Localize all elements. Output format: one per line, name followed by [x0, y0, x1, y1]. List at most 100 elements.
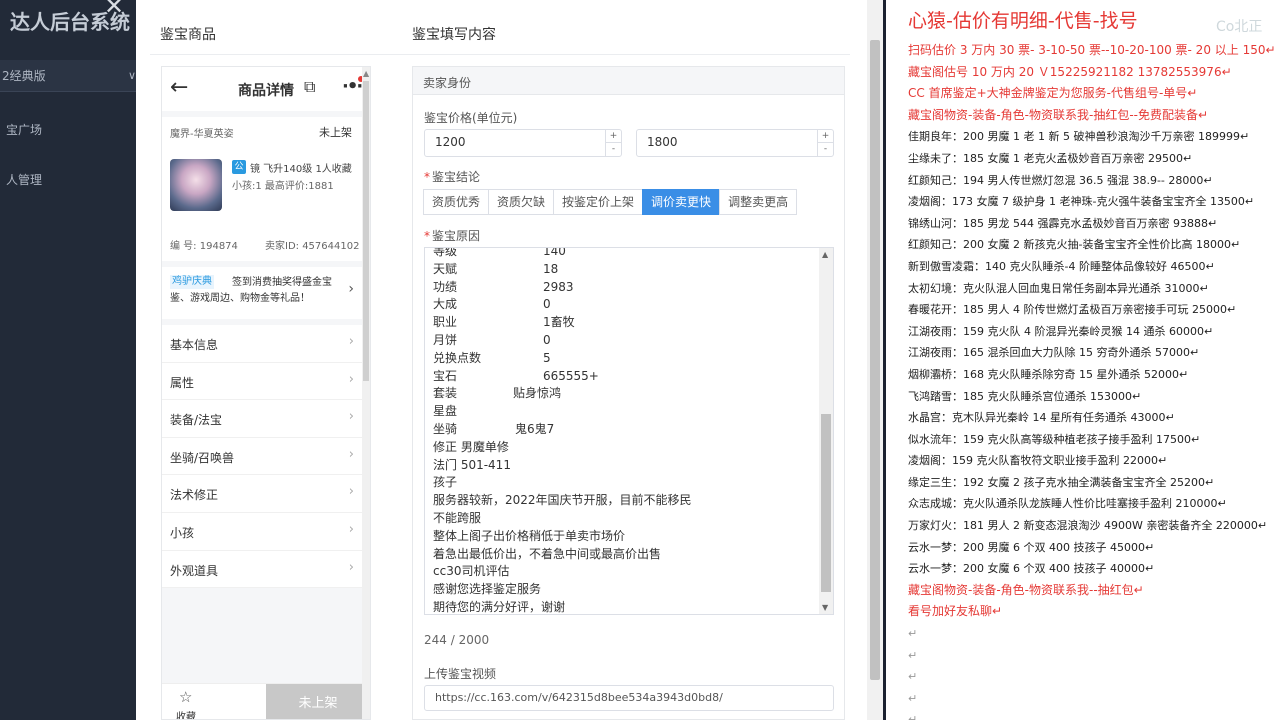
menu-row-label: 法术修正 — [170, 488, 219, 503]
price-min-stepper[interactable]: + - — [424, 129, 622, 157]
reason-line: 兑换点数 5 — [433, 350, 818, 368]
reason-line: 月饼 0 — [433, 332, 818, 350]
reason-line-key: 星盘 — [433, 404, 458, 419]
reason-line: 星盘 — [433, 403, 818, 421]
modal-scrollbar[interactable] — [867, 0, 883, 720]
admin-background: 达人后台系统 ✕ 2经典版 ∨ 宝广场 人管理 — [0, 0, 140, 720]
chevron-right-icon: › — [348, 334, 354, 349]
scroll-down-icon[interactable]: ▼ — [822, 603, 828, 612]
menu-row[interactable]: 基本信息 › — [162, 325, 362, 363]
phone-scrollbar-thumb[interactable] — [363, 81, 369, 381]
phone-title: 商品详情 — [238, 83, 294, 99]
reason-line-value: 18 — [543, 261, 559, 276]
notes-line: 万家灯火：181 男人 2 新变态混浪淘沙 4900W 亲密装备齐全 22000… — [908, 519, 1268, 533]
decrement-icon[interactable]: - — [605, 143, 621, 156]
notes-line: 红颜知己：194 男人传世燃灯忽混 36.5 强混 38.9-- 28000↵ — [908, 173, 1213, 187]
video-url-input[interactable] — [435, 691, 825, 704]
close-icon[interactable]: ✕ — [104, 0, 124, 20]
increment-icon[interactable]: + — [817, 130, 833, 143]
reason-line: 服务器较新，2022年国庆节开服，目前不能移民 — [433, 492, 818, 510]
price-max-stepper[interactable]: + - — [636, 129, 834, 157]
chevron-right-icon: › — [348, 521, 354, 537]
promo-text: 签到消费抽奖得盛金宝鉴、游戏周边、购物金等礼品！ — [170, 277, 332, 304]
conclusion-option[interactable]: 按鉴定价上架 — [553, 189, 644, 215]
reason-line-key: 套装 — [433, 386, 458, 401]
modal-scrollbar-thumb[interactable] — [870, 40, 880, 680]
reason-line-key: 月饼 — [433, 332, 458, 347]
server-name: 魔界-华夏英姿 — [170, 129, 234, 140]
reason-line-value: 2983 — [543, 279, 574, 294]
reason-line-key: 天赋 — [433, 261, 458, 276]
notes-line: CC 首席鉴定+大神金牌鉴定为您服务-代售组号-单号↵ — [908, 86, 1198, 101]
menu-row-label: 小孩 — [170, 525, 195, 540]
menu-row[interactable]: 装备/法宝 › — [162, 400, 362, 438]
role-card: 魔界-华夏英姿 未上架 公 镜 飞升140级 1人收藏 小孩:1 最高评价:18… — [162, 117, 362, 261]
reason-line: 套装 贴身惊鸿 — [433, 385, 818, 403]
share-icon[interactable]: ⧉ — [304, 77, 315, 97]
reason-line: 法门 501-411 — [433, 457, 818, 475]
unlisted-button[interactable]: 未上架 — [266, 684, 370, 719]
avatar — [170, 159, 222, 211]
notes-line: 似水流年：159 克火队高等级种植老孩子接手盈利 17500↵ — [908, 432, 1201, 446]
notes-line: 江湖夜雨：159 克火队 4 阶混异光秦岭灵猴 14 通杀 60000↵ — [908, 324, 1214, 338]
admin-menu-item-plaza[interactable]: 宝广场 — [6, 121, 42, 138]
phone-preview: ← 商品详情 ⧉ ·•· 魔界-华夏英姿 未上架 公 镜 飞升140级 1人收藏… — [161, 66, 371, 720]
notes-lines: 扫码估价 3 万内 30 票- 3-10-50 票--10-20-100 票- … — [908, 40, 1280, 720]
version-switch[interactable]: 2经典版 ∨ — [0, 60, 140, 92]
chevron-right-icon: › — [348, 446, 354, 462]
scroll-up-icon[interactable]: ▲ — [363, 69, 369, 78]
notes-line: ↵ — [908, 670, 918, 684]
favorite-label[interactable]: 收藏 — [176, 708, 196, 719]
price-max-input[interactable] — [647, 135, 797, 149]
reason-line: 期待您的满分好评，谢谢 — [433, 599, 818, 614]
reason-text: 等级 140 天赋 18 功绩 2983 大成 0 职业 1畜牧 月饼 0 兑换点数 5 宝石 665555+… — [433, 248, 818, 614]
menu-row[interactable]: 法术修正 › — [162, 475, 362, 513]
panel-title: 卖家身份 — [423, 76, 472, 90]
reason-line-key: 功绩 — [433, 279, 458, 294]
reason-scrollbar[interactable]: ▲ ▼ — [819, 248, 833, 614]
notes-line: 江湖夜雨：165 混杀回血大力队除 15 穷奇外通杀 57000↵ — [908, 346, 1200, 360]
star-icon[interactable]: ☆ — [179, 688, 192, 706]
conclusion-option[interactable]: 调价卖更快 — [642, 189, 721, 215]
reason-line-value: 0 — [543, 332, 551, 347]
item-number: 编 号: 194874 — [170, 241, 238, 252]
reason-line-key: 着急出最低价出，不着急中间或最高价出售 — [433, 546, 662, 561]
reason-scrollbar-thumb[interactable] — [821, 414, 831, 592]
promo-banner[interactable]: 鸡驴庆典 签到消费抽奖得盛金宝鉴、游戏周边、购物金等礼品！ › — [162, 267, 362, 319]
list-status: 未上架 — [319, 126, 352, 139]
price-min-input[interactable] — [435, 135, 585, 149]
decrement-icon[interactable]: - — [817, 143, 833, 156]
notes-line: 扫码估价 3 万内 30 票- 3-10-50 票--10-20-100 票- … — [908, 43, 1276, 57]
notes-line: 众志成城：克火队通杀队龙族睡人性价比哇塞接手盈利 210000↵ — [908, 497, 1227, 511]
increment-icon[interactable]: + — [605, 130, 621, 143]
notes-line: 烟柳灞桥：168 克火队睡杀除穷奇 15 星外通杀 52000↵ — [908, 367, 1189, 381]
reason-line-key: 服务器较新，2022年国庆节开服，目前不能移民 — [433, 493, 692, 508]
reason-line-value: 1畜牧 — [543, 315, 575, 330]
reason-line-key: 孩子 — [433, 475, 458, 490]
chevron-right-icon: › — [348, 409, 354, 425]
menu-row[interactable]: 属性 › — [162, 363, 362, 401]
notes-line: 藏宝阁估号 10 万内 20 Ｖ15225921182 13782553976↵ — [908, 64, 1232, 79]
seller-id: 卖家ID: 457644102 — [265, 241, 360, 252]
menu-row-label: 外观道具 — [170, 563, 219, 578]
required-mark: * — [424, 229, 430, 243]
menu-row[interactable]: 坐骑/召唤兽 › — [162, 438, 362, 476]
reason-textarea[interactable]: 等级 140 天赋 18 功绩 2983 大成 0 职业 1畜牧 月饼 0 兑换点数 5 宝石 665555+… — [424, 247, 834, 615]
reason-label-text: 鉴宝原因 — [432, 229, 481, 243]
menu-row[interactable]: 小孩 › — [162, 513, 362, 551]
reason-line: 天赋 18 — [433, 261, 818, 279]
conclusion-option[interactable]: 调整卖更高 — [719, 189, 798, 215]
char-count: 244 / 2000 — [424, 633, 490, 647]
reason-line: 不能跨服 — [433, 510, 818, 528]
notes-line: 春暖花开：185 男人 4 阶传世燃灯孟极百万亲密接手可玩 25000↵ — [908, 303, 1237, 317]
notes-line: 红颜知己：200 女魔 2 新孩克火抽-装备宝宝齐全性价比高 18000↵ — [908, 238, 1241, 252]
reason-line-key: 修正 男魔单修 — [433, 439, 509, 454]
scroll-up-icon[interactable]: ▲ — [822, 250, 828, 259]
conclusion-option[interactable]: 资质欠缺 — [488, 189, 555, 215]
admin-menu-item-people[interactable]: 人管理 — [6, 171, 42, 188]
video-url-field[interactable] — [424, 685, 834, 711]
phone-header: ← 商品详情 ⧉ ·•· — [162, 67, 370, 111]
reason-line-key: 坐骑 — [433, 421, 458, 436]
menu-row[interactable]: 外观道具 › — [162, 551, 362, 589]
conclusion-option[interactable]: 资质优秀 — [423, 189, 490, 215]
